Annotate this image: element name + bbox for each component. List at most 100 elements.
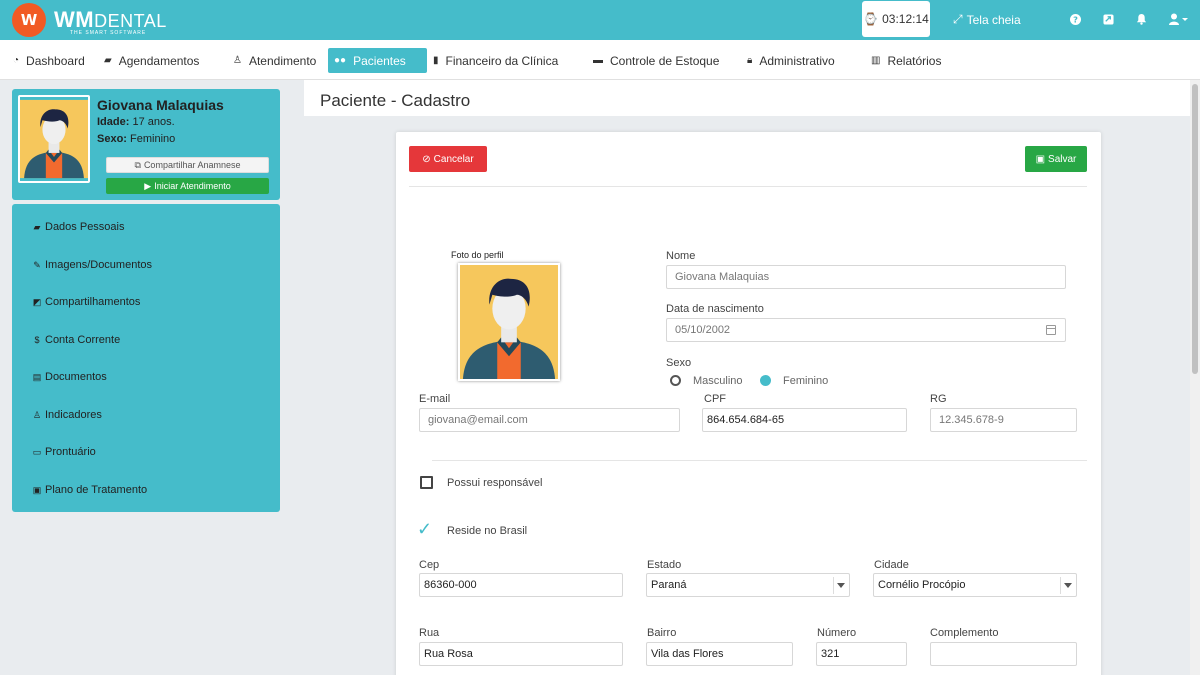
nav-label: Agendamentos	[118, 53, 200, 68]
nav-administrativo[interactable]: 🔒︎ Administrativo	[741, 48, 841, 73]
profile-photo[interactable]	[458, 263, 560, 381]
email-input[interactable]: giovana@email.com	[419, 408, 680, 432]
cancel-label: Cancelar	[433, 153, 474, 165]
nav-estoque[interactable]: ▬ Controle de Estoque	[587, 48, 725, 73]
cpf-input[interactable]: 864.654.684-65	[702, 408, 907, 432]
nav-label: Dashboard	[26, 53, 85, 68]
numero-input[interactable]: 321	[816, 642, 907, 666]
timer-value: 03:12:14	[882, 12, 929, 26]
side-item-prontuario[interactable]: ▭ Prontuário	[32, 446, 96, 458]
cidade-select[interactable]: Cornélio Procópio	[873, 573, 1077, 597]
nav-financeiro[interactable]: ▮ Financeiro da Clínica	[427, 48, 564, 73]
save-button[interactable]: ▣ Salvar	[1025, 146, 1087, 172]
scrollbar-thumb[interactable]	[1192, 84, 1198, 374]
chevron-down-icon	[1064, 583, 1072, 588]
nav-dashboard[interactable]: ◔ Dashboard	[7, 48, 91, 73]
sexo-label: Sexo	[666, 357, 692, 369]
side-item-dados-pessoais[interactable]: ▰ Dados Pessoais	[32, 221, 125, 233]
start-label: Iniciar Atendimento	[154, 181, 231, 191]
check-icon[interactable]: ✓	[417, 520, 432, 538]
nav-pacientes[interactable]: ●● Pacientes	[328, 48, 427, 73]
email-label: E-mail	[419, 393, 451, 405]
side-item-imagens[interactable]: ✎ Imagens/Documentos	[32, 259, 152, 271]
sex-value: Feminino	[130, 133, 176, 145]
nascimento-input[interactable]: 05/10/2002	[666, 318, 1066, 342]
cidade-value: Cornélio Procópio	[878, 579, 966, 591]
session-timer[interactable]: ⌚ 03:12:14	[862, 1, 930, 37]
file-icon: ▤	[32, 371, 42, 382]
patient-sex: Sexo: Feminino	[97, 133, 175, 145]
start-appointment-button[interactable]: ▶ Iniciar Atendimento	[106, 178, 269, 194]
nav-relatorios[interactable]: ▥ Relatórios	[865, 48, 947, 73]
side-item-label: Compartilhamentos	[45, 296, 141, 308]
nav-label: Relatórios	[887, 53, 942, 68]
users-icon: ●●	[334, 55, 347, 66]
nav-atendimento[interactable]: ♙ Atendimento	[227, 48, 322, 73]
nav-agendamentos[interactable]: ▰ Agendamentos	[98, 48, 205, 73]
numero-label: Número	[817, 627, 857, 639]
expand-icon: ⤢	[953, 12, 963, 26]
bairro-input[interactable]: Vila das Flores	[646, 642, 793, 666]
side-item-conta-corrente[interactable]: $ Conta Corrente	[32, 334, 120, 346]
patient-form: ⊘ Cancelar ▣ Salvar Foto do perfil Nome Gi…	[396, 132, 1101, 675]
box-icon: ▬	[593, 55, 603, 66]
user-chart-icon: ♙	[32, 409, 42, 420]
logo-name-dental: DENTAL	[94, 10, 167, 31]
complemento-label: Complemento	[930, 627, 999, 639]
rua-input[interactable]: Rua Rosa	[419, 642, 623, 666]
card-icon: ▭	[32, 446, 42, 457]
logo-text: WMDENTAL	[54, 6, 167, 32]
rg-input[interactable]: 12.345.678-9	[930, 408, 1077, 432]
nav-label: Administrativo	[759, 53, 835, 68]
stopwatch-icon: ⌚	[863, 12, 879, 26]
responsavel-checkbox[interactable]	[420, 476, 433, 489]
user-menu-icon[interactable]	[1167, 11, 1191, 27]
screen-icon[interactable]	[1100, 11, 1116, 27]
side-item-compartilhamentos[interactable]: ◩ Compartilhamentos	[32, 296, 141, 308]
cancel-button[interactable]: ⊘ Cancelar	[409, 146, 487, 172]
bairro-label: Bairro	[647, 627, 677, 639]
estado-value: Paraná	[651, 579, 687, 591]
side-item-indicadores[interactable]: ♙ Indicadores	[32, 409, 102, 421]
fullscreen-button[interactable]: ⤢ Tela cheia	[953, 12, 1021, 27]
fullscreen-label: Tela cheia	[966, 12, 1021, 27]
calendar-icon[interactable]	[1046, 325, 1056, 335]
paperclip-icon: ✎	[33, 259, 41, 270]
rua-label: Rua	[419, 627, 440, 639]
cidade-label: Cidade	[874, 559, 909, 571]
nome-input[interactable]: Giovana Malaquias	[666, 265, 1066, 289]
bookmark-icon: ▮	[433, 55, 439, 66]
patient-card: Giovana Malaquias Idade: 17 anos. Sexo: …	[12, 89, 280, 200]
logo-mark: W	[12, 3, 46, 37]
side-item-label: Dados Pessoais	[45, 221, 125, 233]
complemento-input[interactable]	[930, 642, 1077, 666]
sex-label: Sexo:	[97, 133, 127, 145]
rg-label: RG	[930, 393, 947, 405]
share-anamnese-button[interactable]: ⧉ Compartilhar Anamnese	[106, 157, 269, 173]
play-icon: ▶	[144, 180, 152, 191]
side-item-label: Prontuário	[45, 446, 96, 458]
cep-input[interactable]: 86360-000	[419, 573, 623, 597]
estado-select[interactable]: Paraná	[646, 573, 850, 597]
external-link-icon: ⧉	[134, 159, 141, 170]
photo-label: Foto do perfil	[451, 250, 504, 260]
nascimento-label: Data de nascimento	[666, 303, 764, 315]
side-item-plano-tratamento[interactable]: ▣ Plano de Tratamento	[32, 484, 147, 496]
side-item-label: Indicadores	[45, 409, 102, 421]
floppy-icon: ▣	[1035, 153, 1046, 165]
sexo-masculino-label: Masculino	[693, 375, 743, 387]
nav-label: Controle de Estoque	[610, 53, 720, 68]
nav-label: Pacientes	[353, 53, 406, 68]
ban-icon: ⊘	[422, 153, 431, 165]
dashboard-icon: ◔	[13, 55, 20, 66]
side-item-documentos[interactable]: ▤ Documentos	[32, 371, 107, 383]
sexo-feminino-radio[interactable]	[760, 375, 771, 386]
side-item-label: Conta Corrente	[45, 334, 121, 346]
help-icon[interactable]: ?	[1067, 11, 1083, 27]
divider	[409, 186, 1087, 187]
bell-icon[interactable]	[1133, 11, 1149, 27]
chevron-down-icon	[837, 583, 845, 588]
logo-name: WM	[54, 6, 95, 32]
patient-avatar	[18, 95, 90, 183]
sexo-masculino-radio[interactable]	[670, 375, 681, 386]
